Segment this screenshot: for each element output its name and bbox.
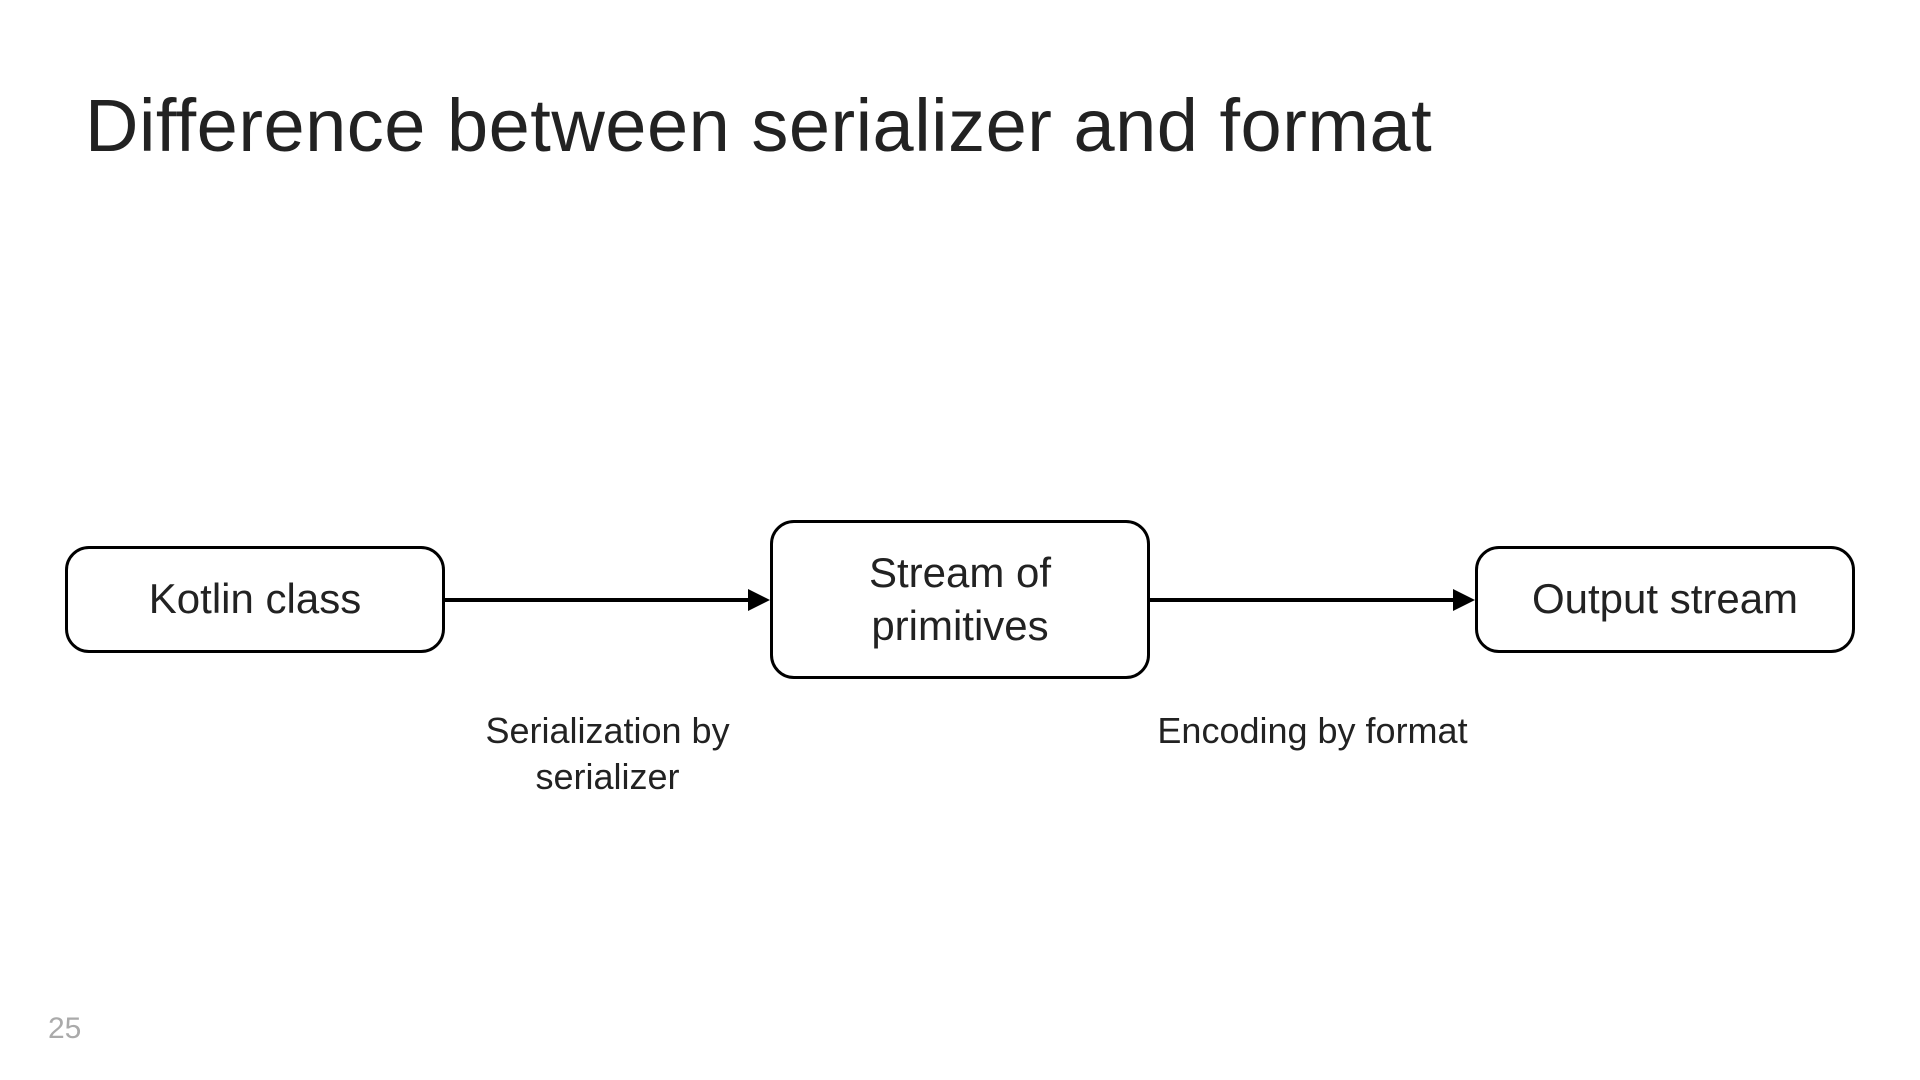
flow-box-kotlin-class: Kotlin class (65, 546, 445, 653)
flow-arrow-serializer: Serialization by serializer (445, 598, 770, 602)
flow-arrow-format: Encoding by format (1150, 598, 1475, 602)
flow-box-stream-primitives: Stream of primitives (770, 520, 1150, 679)
arrow-line-icon (1150, 598, 1457, 602)
arrow-label-format: Encoding by format (1150, 708, 1475, 755)
arrow-line-icon (445, 598, 752, 602)
arrow-head-icon (1453, 589, 1475, 611)
arrow-head-icon (748, 589, 770, 611)
page-number: 25 (48, 1012, 81, 1046)
flow-diagram: Kotlin class Serialization by serializer… (65, 520, 1855, 679)
arrow-label-serializer: Serialization by serializer (445, 708, 770, 802)
slide-title: Difference between serializer and format (85, 80, 1432, 173)
flow-box-output-stream: Output stream (1475, 546, 1855, 653)
